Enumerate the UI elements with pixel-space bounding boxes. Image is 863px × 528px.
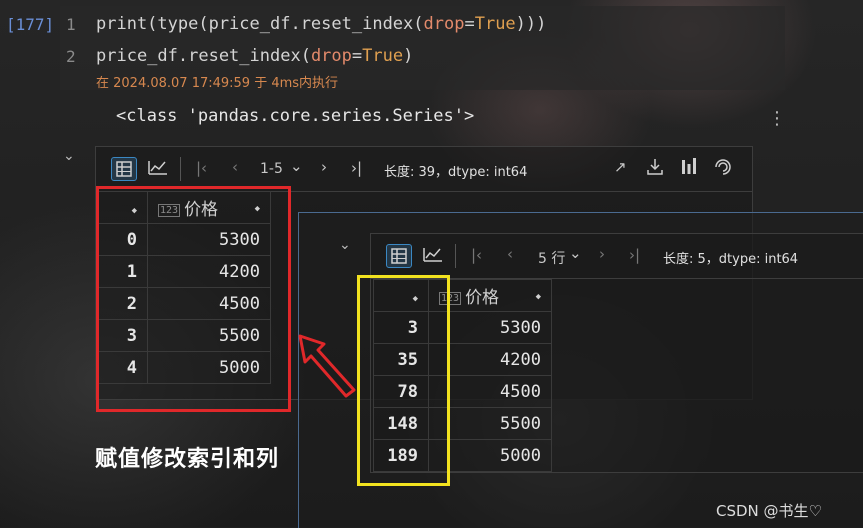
column-header-label: 价格 [465,288,500,308]
code-constant: True [362,46,404,66]
table-view-icon[interactable] [386,244,412,268]
next-page-icon[interactable]: › [599,245,605,263]
next-page-icon[interactable]: › [321,158,327,176]
page-range-select[interactable]: 1-5 [260,161,283,177]
line-number: 2 [66,47,76,66]
chart-view-icon[interactable] [146,157,170,183]
last-page-icon[interactable]: ›| [351,159,362,177]
series-info: 长度: 5，dtype: int64 [663,252,799,267]
series-info: 长度: 39，dtype: int64 [384,165,528,180]
first-page-icon[interactable]: |‹ [471,246,482,264]
first-page-icon[interactable]: |‹ [196,159,207,177]
code-text: ))) [515,14,547,34]
red-highlight-box [96,186,291,412]
execution-count: [177] [6,15,55,34]
column-stats-icon[interactable] [680,157,698,181]
code-line[interactable]: print(type(price_df.reset_index(drop=Tru… [96,14,546,34]
line-number: 1 [66,15,76,34]
prev-page-icon[interactable]: ‹ [232,158,238,176]
caption-text: 赋值修改索引和列 [95,447,280,472]
last-page-icon[interactable]: ›| [629,246,640,264]
chart-view-icon[interactable] [421,244,445,270]
download-icon[interactable] [646,157,664,181]
yellow-highlight-box [357,275,450,486]
toolbar-separator [180,157,181,181]
code-text: price_df.reset_index( [96,46,311,66]
code-param: drop [423,14,465,34]
code-equals: = [351,46,363,66]
prev-page-icon[interactable]: ‹ [507,245,513,263]
more-options-icon[interactable]: ⋮ [768,108,786,129]
chevron-down-icon[interactable]: ⌄ [290,157,303,175]
output-text: <class 'pandas.core.series.Series'> [116,106,475,126]
collapse-output-icon[interactable]: ⌄ [63,148,75,164]
code-line[interactable]: price_df.reset_index(drop=True) [96,46,413,66]
code-equals: = [464,14,475,34]
collapse-output-icon[interactable]: ⌄ [339,237,351,253]
chevron-down-icon[interactable]: ⌄ [569,244,582,262]
table-view-icon[interactable] [111,157,137,181]
watermark: CSDN @书生♡ [716,502,822,520]
ai-assist-icon[interactable] [713,157,733,181]
sort-icon[interactable]: ◆ [536,292,541,302]
viewer-toolbar: |‹ ‹ 5 行 ⌄ › ›| 长度: 5，dtype: int64 [371,234,863,279]
toolbar-separator [455,244,456,268]
code-param: drop [310,46,352,66]
code-text: ) [403,46,414,66]
open-external-icon[interactable]: ↗ [614,158,627,176]
row-count-select[interactable]: 5 行 [538,248,565,268]
code-constant: True [474,14,516,34]
execution-meta: 在 2024.08.07 17:49:59 于 4ms内执行 [96,76,339,91]
code-text: print(type(price_df.reset_index( [96,14,424,34]
red-arrow-icon [298,334,356,398]
